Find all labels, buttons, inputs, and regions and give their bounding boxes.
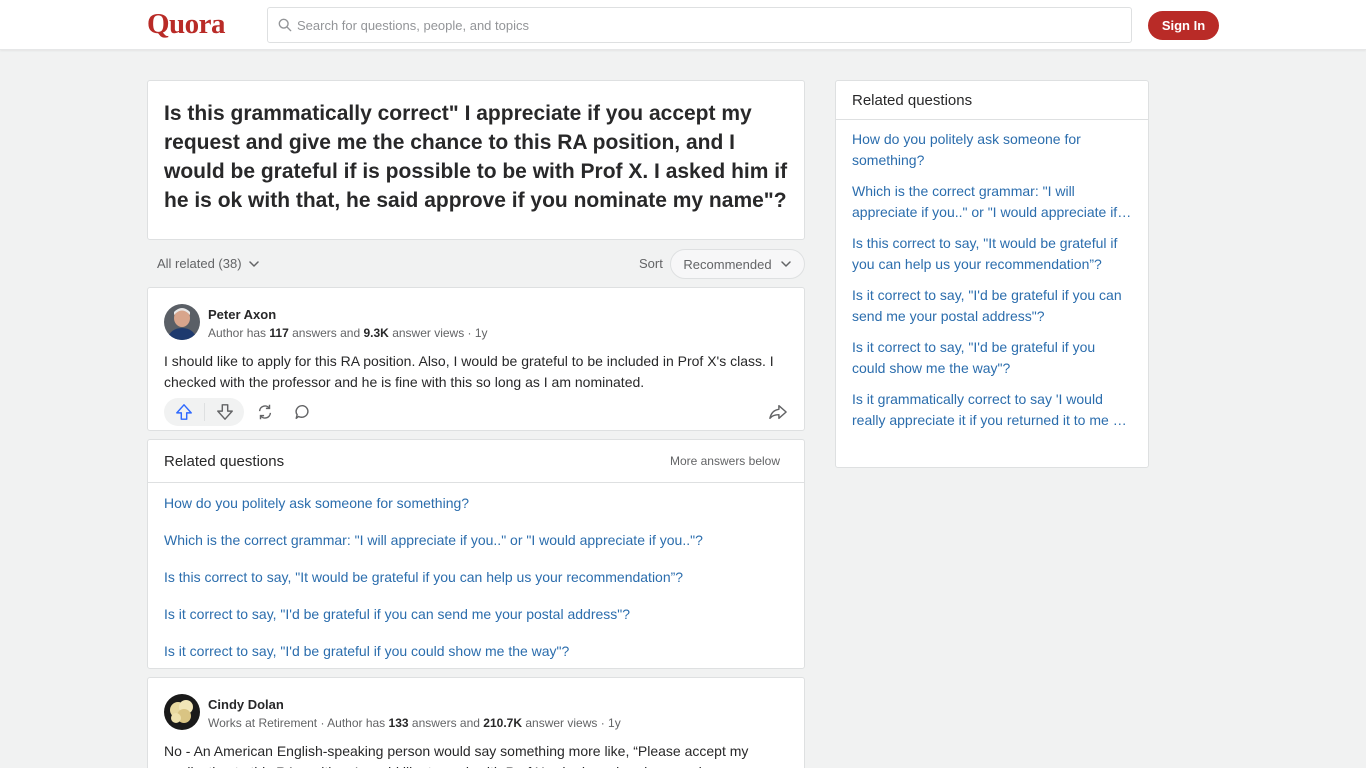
quora-logo[interactable]: Quora [147,8,226,41]
answer-filter-bar: All related (38) Sort Recommended [147,249,805,279]
downvote-button[interactable] [205,403,244,421]
list-item: Which is the correct grammar: "I will ap… [852,181,1132,223]
related-question-link[interactable]: Is it correct to say, "I'd be grateful i… [852,337,1132,379]
meta-prefix: Author has [208,326,267,340]
related-list: How do you politely ask someone for some… [148,484,804,669]
sort-dropdown[interactable]: Recommended [670,249,805,279]
search-bar[interactable] [267,7,1132,43]
related-question-link[interactable]: How do you politely ask someone for some… [164,495,469,511]
meta-mid: answers and [292,326,361,340]
all-related-dropdown[interactable]: All related (38) [157,256,260,271]
related-questions-inline: Related questions More answers below How… [147,439,805,669]
related-question-link[interactable]: Is it correct to say, "I'd be grateful i… [164,643,569,659]
related-question-link[interactable]: Which is the correct grammar: "I will ap… [852,181,1132,223]
related-question-link[interactable]: Which is the correct grammar: "I will ap… [164,532,703,548]
more-answers-below[interactable]: More answers below [670,454,780,468]
author-credentials: Works at Retirement · Author has 133 ans… [208,716,621,730]
search-icon [278,18,292,32]
question-title: Is this grammatically correct" I appreci… [164,102,788,212]
author-name[interactable]: Cindy Dolan [208,697,284,712]
list-item: Is this correct to say, "It would be gra… [164,558,788,595]
list-item: Is this correct to say, "It would be gra… [852,233,1132,275]
upvote-button[interactable] [164,403,204,421]
downvote-arrow-icon [216,404,233,420]
list-item: How do you politely ask someone for some… [164,484,788,521]
meta-suffix: answer views · 1y [525,716,621,730]
list-item: Which is the correct grammar: "I will ap… [164,521,788,558]
related-question-link[interactable]: Is it correct to say, "I'd be grateful i… [852,285,1132,327]
search-input[interactable] [297,17,1097,33]
question-card: Is this grammatically correct" I appreci… [147,80,805,240]
related-question-link[interactable]: Is this correct to say, "It would be gra… [164,569,683,585]
answer-card: Cindy Dolan Works at Retirement · Author… [147,677,805,768]
top-header: Quora Sign In [0,0,1366,50]
answer-text: No - An American English-speaking person… [164,743,749,768]
related-header: Related questions [836,81,1148,120]
list-item: Is it correct to say, "I'd be grateful i… [164,595,788,632]
related-question-link[interactable]: Is it correct to say, "I'd be grateful i… [164,606,630,622]
list-item: Is it correct to say, "I'd be grateful i… [164,632,788,669]
views-count: 9.3K [363,326,389,340]
related-list: How do you politely ask someone for some… [836,129,1148,431]
list-item: Is it grammatically correct to say 'I wo… [852,389,1132,431]
repost-icon[interactable] [256,403,274,421]
related-header: Related questions More answers below [148,440,804,483]
list-item: Is it correct to say, "I'd be grateful i… [852,285,1132,327]
related-title: Related questions [164,452,285,470]
list-item: How do you politely ask someone for some… [852,129,1132,171]
meta-suffix: answer views · 1y [392,326,488,340]
avatar[interactable] [164,304,200,340]
answers-count: 133 [388,716,409,730]
chevron-down-icon [780,261,791,267]
author-name[interactable]: Peter Axon [208,307,276,322]
sign-in-button[interactable]: Sign In [1148,11,1219,40]
answer-card: Peter Axon Author has 117 answers and 9.… [147,287,805,431]
answers-count: 117 [269,326,289,340]
sort-value: Recommended [683,256,772,272]
related-question-link[interactable]: How do you politely ask someone for some… [852,129,1132,171]
meta-prefix: Works at Retirement · Author has [208,716,386,730]
answer-text: I should like to apply for this RA posit… [164,353,774,390]
comment-bubble-icon[interactable] [294,403,312,421]
chevron-down-icon [248,260,259,267]
sort-label: Sort [639,256,663,271]
related-title: Related questions [852,91,973,109]
related-questions-sidebar: Related questions How do you politely as… [835,80,1149,468]
views-count: 210.7K [483,716,522,730]
meta-mid: answers and [411,716,480,730]
related-question-link[interactable]: Is this correct to say, "It would be gra… [852,233,1132,275]
related-question-link[interactable]: Is it grammatically correct to say 'I wo… [852,389,1132,431]
avatar[interactable] [164,694,200,730]
vote-pill [164,398,244,426]
upvote-arrow-icon [176,404,192,420]
share-arrow-icon[interactable] [768,403,788,421]
list-item: Is it correct to say, "I'd be grateful i… [852,337,1132,379]
author-credentials: Author has 117 answers and 9.3K answer v… [208,326,488,340]
all-related-label: All related (38) [157,256,242,271]
answer-actions [164,398,792,428]
